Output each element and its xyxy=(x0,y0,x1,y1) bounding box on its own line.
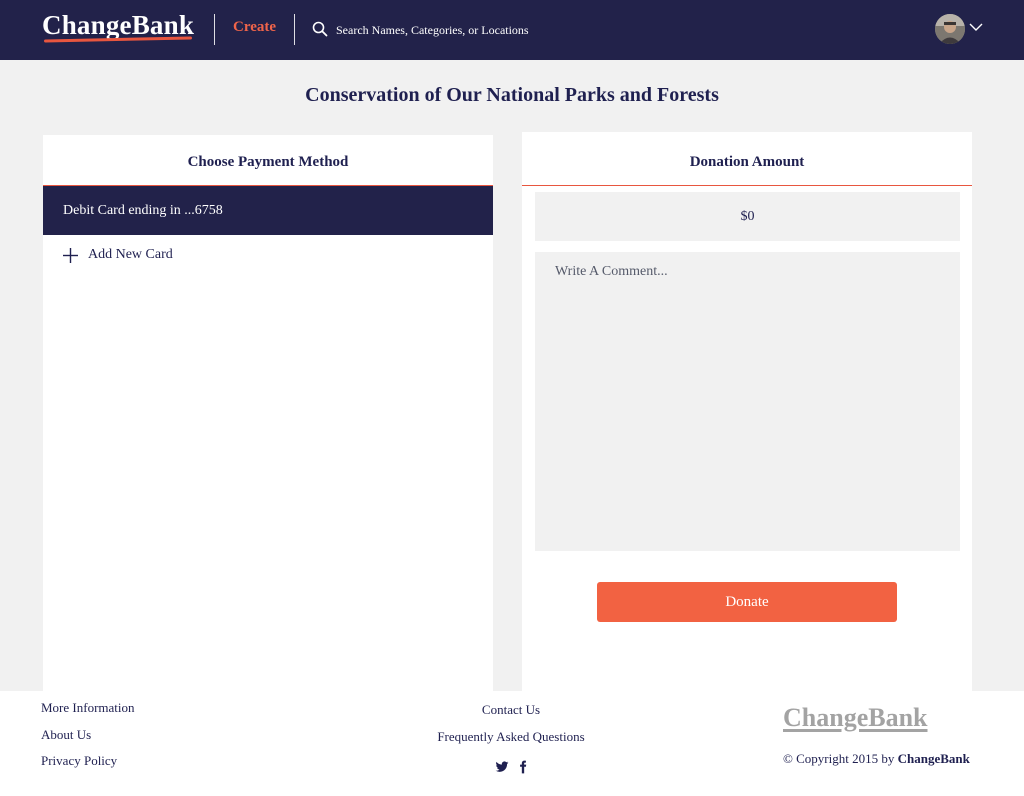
comment-input[interactable] xyxy=(535,252,960,551)
footer-logo[interactable]: ChangeBank xyxy=(783,703,928,733)
chevron-down-icon[interactable] xyxy=(969,22,983,32)
payment-method-panel: Choose Payment Method Debit Card ending … xyxy=(43,135,493,695)
divider xyxy=(294,14,295,45)
page-title: Conservation of Our National Parks and F… xyxy=(305,84,719,106)
copyright-brand: ChangeBank xyxy=(897,751,970,766)
avatar[interactable] xyxy=(935,14,965,44)
facebook-icon[interactable] xyxy=(516,760,530,774)
add-new-card-button[interactable]: Add New Card xyxy=(63,245,173,265)
twitter-icon[interactable] xyxy=(495,760,509,774)
search-input[interactable] xyxy=(336,20,636,40)
donation-amount-header: Donation Amount xyxy=(689,154,805,170)
plus-icon xyxy=(63,247,78,263)
payment-method-header: Choose Payment Method xyxy=(187,154,349,170)
create-link[interactable]: Create xyxy=(233,19,276,36)
footer: More Information About Us Privacy Policy… xyxy=(0,691,1024,796)
add-new-card-label: Add New Card xyxy=(88,247,173,262)
donate-button[interactable]: Donate xyxy=(597,582,897,622)
donation-amount-input[interactable] xyxy=(535,192,960,241)
top-navbar: ChangeBank Create xyxy=(0,0,1024,60)
search-icon[interactable] xyxy=(312,21,328,37)
donation-panel: Donation Amount Donate xyxy=(522,132,972,695)
avatar-image xyxy=(935,14,965,44)
footer-link-privacy-policy[interactable]: Privacy Policy xyxy=(41,753,117,769)
copyright-text: © Copyright 2015 by ChangeBank xyxy=(783,751,970,767)
copyright-prefix: © Copyright 2015 by xyxy=(783,751,898,766)
divider xyxy=(214,14,215,45)
selected-card-option[interactable]: Debit Card ending in ...6758 xyxy=(43,186,493,235)
divider xyxy=(522,185,972,186)
